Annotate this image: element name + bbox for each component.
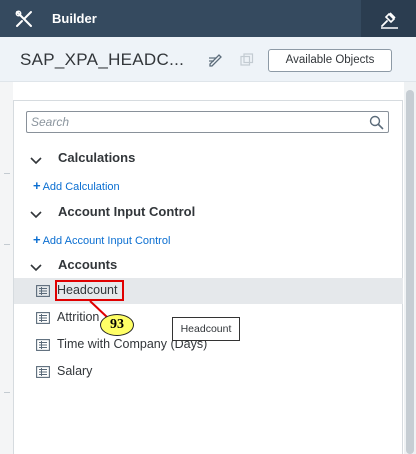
tooltip: Headcount [172, 317, 240, 341]
step-number-badge: 93 [100, 314, 134, 336]
callout-line [89, 300, 109, 319]
